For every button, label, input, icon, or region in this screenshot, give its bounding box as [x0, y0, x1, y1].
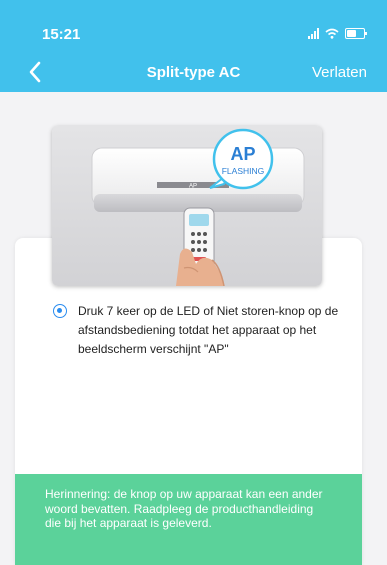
status-icons: [308, 28, 367, 39]
radio-selected-icon[interactable]: [53, 304, 67, 318]
exit-button[interactable]: Verlaten: [312, 64, 367, 81]
status-bar: 15:21: [0, 0, 387, 44]
battery-level: [347, 30, 356, 37]
reminder-text: Herinnering: de knop op uw apparaat kan …: [45, 487, 323, 530]
bubble-subtitle: FLASHING: [222, 166, 265, 176]
instruction-text: Druk 7 keer op de LED of Niet storen-kno…: [78, 304, 339, 356]
ac-display-text: AP: [189, 184, 197, 190]
battery-icon: [345, 28, 367, 39]
wifi-icon: [325, 28, 339, 39]
ac-illustration: AP AP FLASHING: [52, 126, 322, 286]
status-time: 15:21: [42, 26, 81, 43]
bubble-title: AP: [230, 144, 255, 164]
signal-icon: [308, 28, 319, 39]
ac-illustration-graphic: AP AP FLASHING: [91, 128, 305, 286]
app-header: 15:21 Split-type AC Verlaten: [0, 0, 387, 92]
nav-bar: Split-type AC Verlaten: [0, 58, 387, 86]
reminder-banner: Herinnering: de knop op uw apparaat kan …: [15, 474, 362, 565]
